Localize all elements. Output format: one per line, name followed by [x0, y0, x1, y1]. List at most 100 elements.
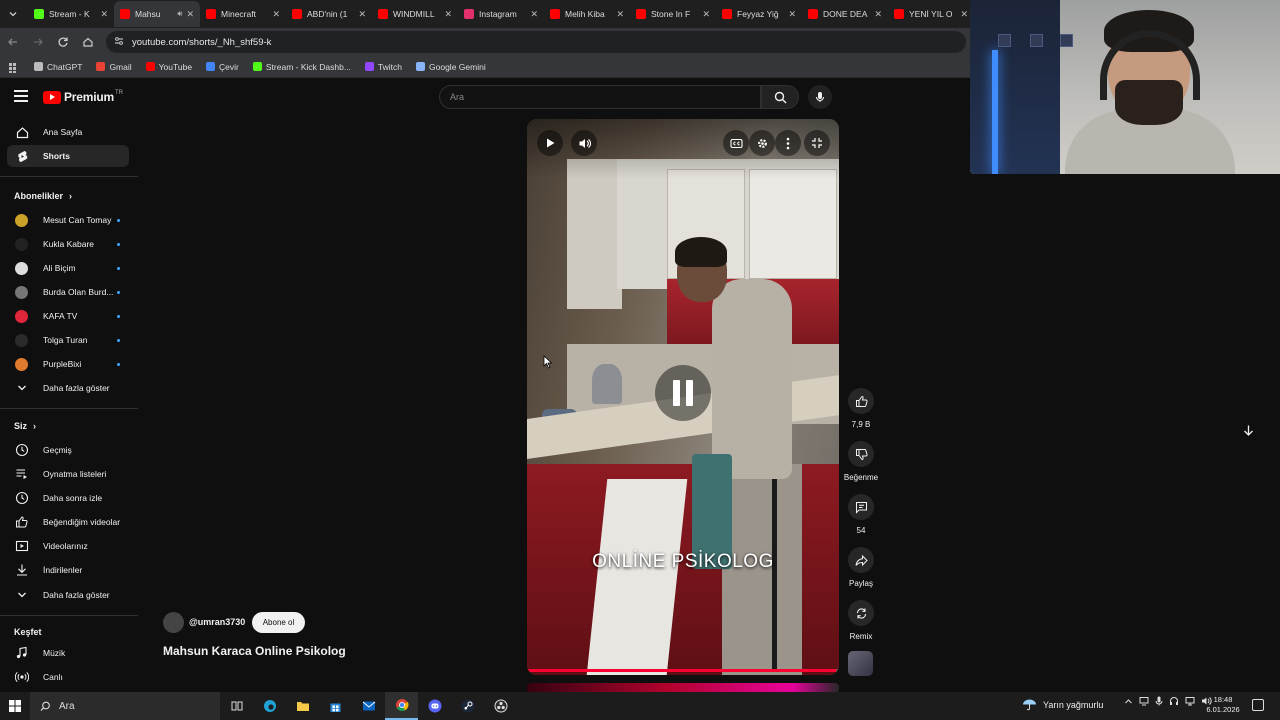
remix-button[interactable]: Remix	[843, 600, 879, 641]
channel-name[interactable]: @umran3730	[189, 617, 245, 627]
bookmark-item[interactable]: Twitch	[364, 62, 402, 72]
close-tab-icon[interactable]: ✕	[358, 9, 366, 20]
show-more-you[interactable]: Daha fazla göster	[7, 584, 129, 606]
sidebar-item-shorts[interactable]: Shorts	[7, 145, 129, 167]
notification-icon[interactable]	[1252, 699, 1264, 711]
site-info-icon[interactable]	[114, 36, 124, 48]
obs-button[interactable]	[484, 692, 517, 720]
you-heading[interactable]: Siz ›	[14, 421, 36, 431]
settings-button[interactable]	[749, 130, 775, 156]
taskbar-clock[interactable]: 18:48 6.01.2026	[1202, 695, 1244, 715]
close-tab-icon[interactable]: ✕	[444, 9, 452, 20]
show-more-subscriptions[interactable]: Daha fazla göster	[7, 377, 129, 399]
discord-button[interactable]	[418, 692, 451, 720]
start-button[interactable]	[0, 692, 30, 720]
share-button[interactable]: Paylaş	[843, 547, 879, 588]
task-view-button[interactable]	[220, 692, 253, 720]
browser-tab[interactable]: Minecraft ✕	[200, 1, 286, 27]
next-video-button[interactable]	[1236, 418, 1260, 442]
dislike-button[interactable]: Beğenme	[843, 441, 879, 482]
headset-icon[interactable]	[1169, 696, 1179, 706]
comments-button[interactable]: 54	[843, 494, 879, 535]
play-button[interactable]	[537, 130, 563, 156]
close-tab-icon[interactable]: ✕	[788, 9, 796, 20]
captions-button[interactable]	[723, 130, 749, 156]
browser-tab[interactable]: Stream - K ✕	[28, 1, 114, 27]
sidebar-item-home[interactable]: Ana Sayfa	[7, 121, 129, 143]
sidebar-item[interactable]: İndirilenler	[7, 559, 129, 581]
browser-tab[interactable]: ABD'nin (1 ✕	[286, 1, 372, 27]
monitor-icon[interactable]	[1139, 696, 1149, 706]
bookmark-item[interactable]: Gmail	[96, 62, 132, 72]
close-tab-icon[interactable]: ✕	[272, 9, 280, 20]
volume-button[interactable]	[571, 130, 597, 156]
subscription-item[interactable]: KAFA TV	[7, 305, 129, 327]
sound-thumbnail[interactable]	[848, 651, 873, 676]
reload-button[interactable]	[51, 30, 75, 54]
menu-button[interactable]	[14, 90, 28, 102]
subscription-item[interactable]: Tolga Turan	[7, 329, 129, 351]
fullscreen-button[interactable]	[804, 130, 830, 156]
subscription-item[interactable]: Kukla Kabare	[7, 233, 129, 255]
home-button[interactable]	[76, 30, 100, 54]
file-explorer-button[interactable]	[286, 692, 319, 720]
close-tab-icon[interactable]: ✕	[186, 9, 194, 20]
browser-tab[interactable]: Stone In F ✕	[630, 1, 716, 27]
chrome-button[interactable]	[385, 692, 418, 720]
microphone-icon[interactable]	[1155, 696, 1163, 706]
subscription-item[interactable]: Mesut Can Tomay	[7, 209, 129, 231]
forward-button[interactable]	[26, 30, 50, 54]
like-button[interactable]: 7,9 B	[843, 388, 879, 429]
browser-tab[interactable]: Feyyaz Yiğ ✕	[716, 1, 802, 27]
bookmark-item[interactable]: Stream - Kick Dashb...	[252, 62, 351, 72]
browser-tab[interactable]: Mahsu 🔊︎ ✕	[114, 1, 200, 27]
chevron-up-icon[interactable]	[1124, 697, 1133, 706]
voice-search-button[interactable]	[808, 85, 832, 109]
subscription-item[interactable]: Ali Biçim	[7, 257, 129, 279]
channel-avatar[interactable]	[163, 612, 184, 633]
sidebar-item[interactable]: Oynatma listeleri	[7, 463, 129, 485]
close-tab-icon[interactable]: ✕	[874, 9, 882, 20]
subscription-item[interactable]: Burda Olan Burd...	[7, 281, 129, 303]
browser-tab[interactable]: DONE DEA ✕	[802, 1, 888, 27]
network-icon[interactable]	[1185, 696, 1195, 706]
bookmark-item[interactable]: Google Gemini	[416, 62, 486, 72]
bookmark-item[interactable]: YouTube	[145, 62, 192, 72]
browser-tab[interactable]: Instagram ✕	[458, 1, 544, 27]
back-button[interactable]	[1, 30, 25, 54]
subscriptions-heading[interactable]: Abonelikler ›	[14, 191, 72, 201]
close-tab-icon[interactable]: ✕	[960, 9, 968, 20]
shorts-video-player[interactable]: ONLİNE PSİKOLOG	[527, 119, 839, 675]
progress-bar[interactable]	[527, 669, 839, 672]
browser-tab[interactable]: YENİ YIL O ✕	[888, 1, 974, 27]
close-tab-icon[interactable]: ✕	[702, 9, 710, 20]
store-button[interactable]	[319, 692, 352, 720]
edge-button[interactable]	[253, 692, 286, 720]
speaker-icon[interactable]: 🔊︎	[177, 9, 182, 19]
bookmark-item[interactable]: ChatGPT	[34, 62, 82, 72]
sidebar-item[interactable]: Geçmiş	[7, 439, 129, 461]
more-options-button[interactable]	[775, 130, 801, 156]
sidebar-item[interactable]: Beğendiğim videolar	[7, 511, 129, 533]
weather-widget[interactable]: Yarın yağmurlu	[1022, 698, 1103, 711]
apps-icon[interactable]	[8, 61, 20, 73]
taskbar-search[interactable]: Ara	[30, 692, 220, 720]
pause-indicator[interactable]	[655, 365, 711, 421]
steam-button[interactable]	[451, 692, 484, 720]
tab-search-button[interactable]	[2, 3, 24, 25]
search-button[interactable]	[761, 85, 799, 109]
close-tab-icon[interactable]: ✕	[530, 9, 538, 20]
sidebar-item[interactable]: Müzik	[7, 642, 129, 664]
close-tab-icon[interactable]: ✕	[616, 9, 624, 20]
youtube-premium-logo[interactable]: Premium TR	[43, 90, 123, 104]
browser-tab[interactable]: WINDMILL ✕	[372, 1, 458, 27]
mail-button[interactable]	[352, 692, 385, 720]
subscription-item[interactable]: PurpleBixi	[7, 353, 129, 375]
subscribe-button[interactable]: Abone ol	[252, 612, 305, 633]
browser-tab[interactable]: Melih Kiba ✕	[544, 1, 630, 27]
close-tab-icon[interactable]: ✕	[100, 9, 108, 20]
video-title[interactable]: Mahsun Karaca Online Psikolog	[163, 644, 346, 658]
sidebar-item[interactable]: Daha sonra izle	[7, 487, 129, 509]
sidebar-item[interactable]: Videolarınız	[7, 535, 129, 557]
sidebar-item[interactable]: Canlı	[7, 666, 129, 688]
